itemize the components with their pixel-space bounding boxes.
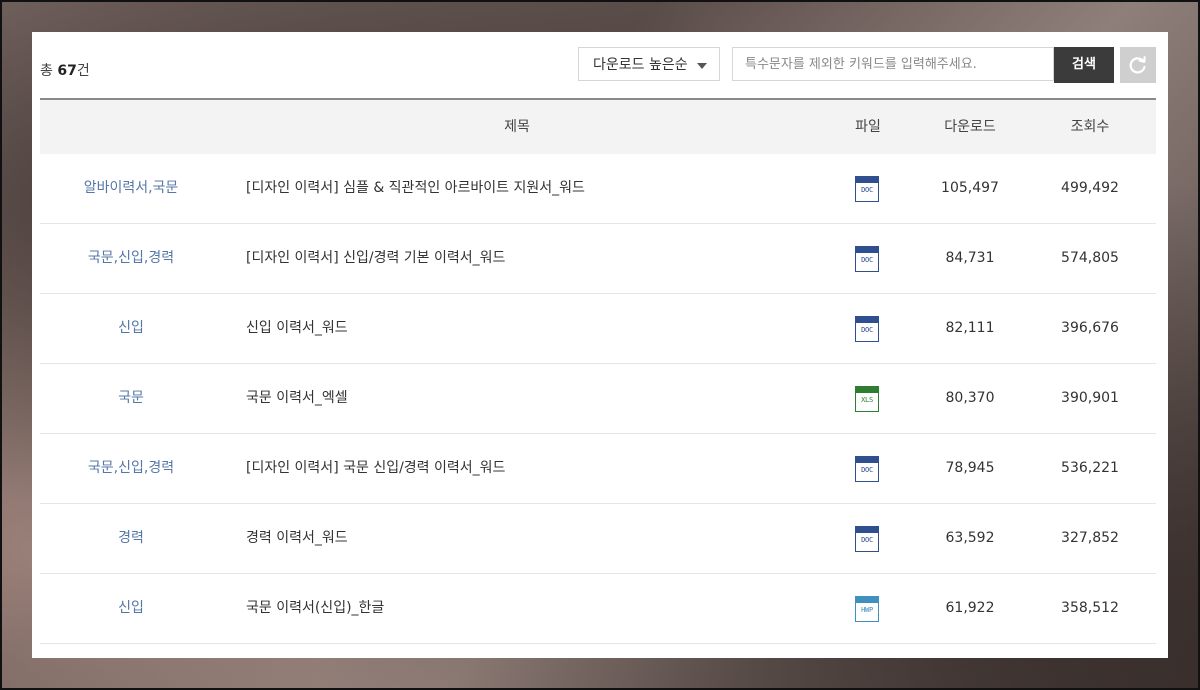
file-type-label: DOC xyxy=(861,536,873,544)
doc-file-icon[interactable]: DOC xyxy=(855,456,879,482)
file-type-label: DOC xyxy=(861,326,873,334)
row-downloads: 105,497 xyxy=(941,180,999,196)
search-button[interactable]: 검색 xyxy=(1054,47,1114,83)
table-row: 국문 국문 이력서_엑셀 XLS 80,370 390,901 xyxy=(40,364,1156,434)
row-title-link[interactable]: 신입 이력서_워드 xyxy=(246,294,348,363)
doc-file-icon[interactable]: DOC xyxy=(855,176,879,202)
doc-file-icon[interactable]: DOC xyxy=(855,246,879,272)
row-downloads: 84,731 xyxy=(945,250,995,266)
table-header: 제목 파일 다운로드 조회수 xyxy=(40,100,1156,154)
total-count: 총 67건 xyxy=(40,60,90,80)
table-row: 신입 국문 이력서(신입)_한글 HWP 61,922 358,512 xyxy=(40,574,1156,644)
sort-label: 다운로드 높은순 xyxy=(593,57,688,73)
row-title-link[interactable]: 국문 이력서(신입)_한글 xyxy=(246,574,384,643)
row-views: 499,492 xyxy=(1061,180,1119,196)
file-type-label: DOC xyxy=(861,466,873,474)
file-type-label: HWP xyxy=(861,606,873,614)
row-views: 390,901 xyxy=(1061,390,1119,406)
file-type-label: XLS xyxy=(861,396,873,404)
row-downloads: 61,922 xyxy=(945,600,995,616)
sort-dropdown[interactable]: 다운로드 높은순 xyxy=(578,47,720,81)
header-title: 제목 xyxy=(504,119,530,135)
row-category-link[interactable]: 신입 xyxy=(40,574,222,643)
hwp-file-icon[interactable]: HWP xyxy=(855,596,879,622)
row-category-link[interactable]: 국문,신입,경력 xyxy=(40,224,222,293)
resume-table-body: 알바이력서,국문 [디자인 이력서] 심플 & 직관적인 아르바이트 지원서_워… xyxy=(40,154,1156,644)
row-title-link[interactable]: 국문 이력서_엑셀 xyxy=(246,364,348,433)
total-suffix: 건 xyxy=(76,63,90,79)
file-type-label: DOC xyxy=(861,256,873,264)
row-title-link[interactable]: [디자인 이력서] 심플 & 직관적인 아르바이트 지원서_워드 xyxy=(246,154,585,223)
row-title-link[interactable]: [디자인 이력서] 국문 신입/경력 이력서_워드 xyxy=(246,434,505,503)
refresh-icon xyxy=(1129,56,1146,74)
row-category-link[interactable]: 국문,신입,경력 xyxy=(40,434,222,503)
total-number: 67 xyxy=(57,63,77,79)
table-row: 국문,신입,경력 [디자인 이력서] 신입/경력 기본 이력서_워드 DOC 8… xyxy=(40,224,1156,294)
doc-file-icon[interactable]: DOC xyxy=(855,316,879,342)
row-downloads: 80,370 xyxy=(945,390,995,406)
row-downloads: 82,111 xyxy=(945,320,995,336)
row-views: 536,221 xyxy=(1061,460,1119,476)
row-downloads: 63,592 xyxy=(945,530,995,546)
row-category-link[interactable]: 신입 xyxy=(40,294,222,363)
row-category-link[interactable]: 국문 xyxy=(40,364,222,433)
table-row: 국문,신입,경력 [디자인 이력서] 국문 신입/경력 이력서_워드 DOC 7… xyxy=(40,434,1156,504)
header-views: 조회수 xyxy=(1070,119,1110,135)
chevron-down-icon xyxy=(697,63,707,69)
file-type-label: DOC xyxy=(861,186,873,194)
table-row: 신입 신입 이력서_워드 DOC 82,111 396,676 xyxy=(40,294,1156,364)
row-views: 396,676 xyxy=(1061,320,1119,336)
row-category-link[interactable]: 알바이력서,국문 xyxy=(40,154,222,223)
row-title-link[interactable]: 경력 이력서_워드 xyxy=(246,504,348,573)
header-file: 파일 xyxy=(855,119,881,135)
search-input[interactable] xyxy=(732,47,1054,81)
row-views: 327,852 xyxy=(1061,530,1119,546)
resume-list-panel: 총 67건 다운로드 높은순 검색 제목 파일 다운로드 조회수 알바이력서,국… xyxy=(32,32,1168,658)
header-downloads: 다운로드 xyxy=(944,119,996,135)
total-prefix: 총 xyxy=(40,63,58,79)
row-downloads: 78,945 xyxy=(945,460,995,476)
table-row: 알바이력서,국문 [디자인 이력서] 심플 & 직관적인 아르바이트 지원서_워… xyxy=(40,154,1156,224)
list-toolbar: 총 67건 다운로드 높은순 검색 xyxy=(40,32,1156,100)
reset-button[interactable] xyxy=(1120,47,1156,83)
row-title-link[interactable]: [디자인 이력서] 신입/경력 기본 이력서_워드 xyxy=(246,224,505,293)
doc-file-icon[interactable]: DOC xyxy=(855,526,879,552)
table-row: 경력 경력 이력서_워드 DOC 63,592 327,852 xyxy=(40,504,1156,574)
row-category-link[interactable]: 경력 xyxy=(40,504,222,573)
xls-file-icon[interactable]: XLS xyxy=(855,386,879,412)
row-views: 574,805 xyxy=(1061,250,1119,266)
row-views: 358,512 xyxy=(1061,600,1119,616)
